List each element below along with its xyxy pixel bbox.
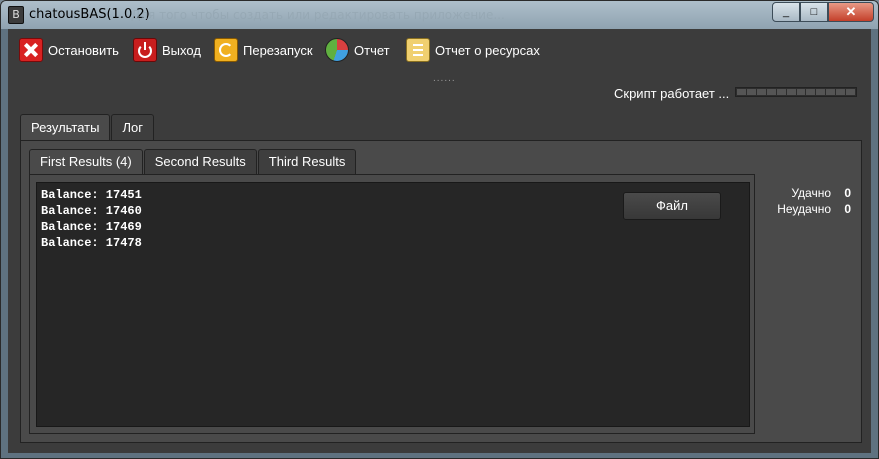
tab-second-results[interactable]: Second Results: [143, 149, 257, 174]
fail-label: Неудачно: [777, 202, 831, 216]
success-stat: Удачно 0: [769, 186, 851, 202]
script-status: Скрипт работает ...: [614, 86, 730, 101]
report-label: Отчет: [354, 42, 390, 58]
window-controls: _ □ ✕: [772, 2, 874, 22]
restart-label: Перезапуск: [243, 42, 313, 58]
stop-label: Остановить: [48, 42, 119, 58]
tab-first-results[interactable]: First Results (4): [29, 149, 143, 176]
result-line: Balance: 17460: [41, 204, 142, 218]
result-line: Balance: 17451: [41, 188, 142, 202]
resources-report-button[interactable]: Отчет о ресурсах: [406, 38, 540, 62]
tab-log[interactable]: Лог: [111, 114, 154, 141]
first-results-panel: Balance: 17451 Balance: 17460 Balance: 1…: [29, 174, 755, 434]
stop-button[interactable]: Остановить: [19, 38, 119, 62]
success-value: 0: [844, 186, 851, 200]
fail-value: 0: [844, 202, 851, 216]
fail-stat: Неудачно 0: [769, 202, 851, 218]
exit-label: Выход: [162, 42, 201, 58]
maximize-button[interactable]: □: [800, 2, 828, 22]
app-icon: B: [8, 6, 24, 24]
exit-button[interactable]: Выход: [133, 38, 201, 62]
title-ghost-text: Для того чтобы создать или редактировать…: [131, 8, 505, 22]
title-bar[interactable]: B chatousBAS(1.0.2) Для того чтобы созда…: [1, 1, 878, 29]
report-icon: [325, 38, 349, 62]
report-button[interactable]: Отчет: [325, 38, 390, 62]
result-line: Balance: 17469: [41, 220, 142, 234]
resources-label: Отчет о ресурсах: [435, 42, 540, 58]
tab-results[interactable]: Результаты: [20, 114, 111, 143]
splitter-handle[interactable]: ......: [433, 73, 456, 84]
minimize-button[interactable]: _: [772, 2, 800, 22]
result-line: Balance: 17478: [41, 236, 142, 250]
results-list: Balance: 17451 Balance: 17460 Balance: 1…: [37, 187, 142, 251]
results-panel: First Results (4) Second Results Third R…: [20, 140, 862, 443]
restart-button[interactable]: Перезапуск: [214, 38, 313, 62]
file-button[interactable]: Файл: [623, 192, 721, 220]
close-button[interactable]: ✕: [828, 2, 874, 22]
results-text-area[interactable]: Balance: 17451 Balance: 17460 Balance: 1…: [36, 182, 750, 427]
tab-third-results[interactable]: Third Results: [257, 149, 357, 174]
outer-tabs: Результаты Лог: [20, 114, 155, 143]
exit-icon: [133, 38, 157, 62]
success-label: Удачно: [791, 186, 831, 200]
progress-bar: [735, 87, 857, 97]
resources-icon: [406, 38, 430, 62]
app-window: B chatousBAS(1.0.2) Для того чтобы созда…: [0, 0, 879, 459]
restart-icon: [214, 38, 238, 62]
stats-panel: Удачно 0 Неудачно 0: [769, 186, 851, 218]
toolbar: Остановить Выход Перезапуск Отчет Отчет …: [8, 29, 871, 69]
client-area: Остановить Выход Перезапуск Отчет Отчет …: [8, 29, 871, 453]
stop-icon: [19, 38, 43, 62]
inner-tabs: First Results (4) Second Results Third R…: [29, 149, 357, 176]
